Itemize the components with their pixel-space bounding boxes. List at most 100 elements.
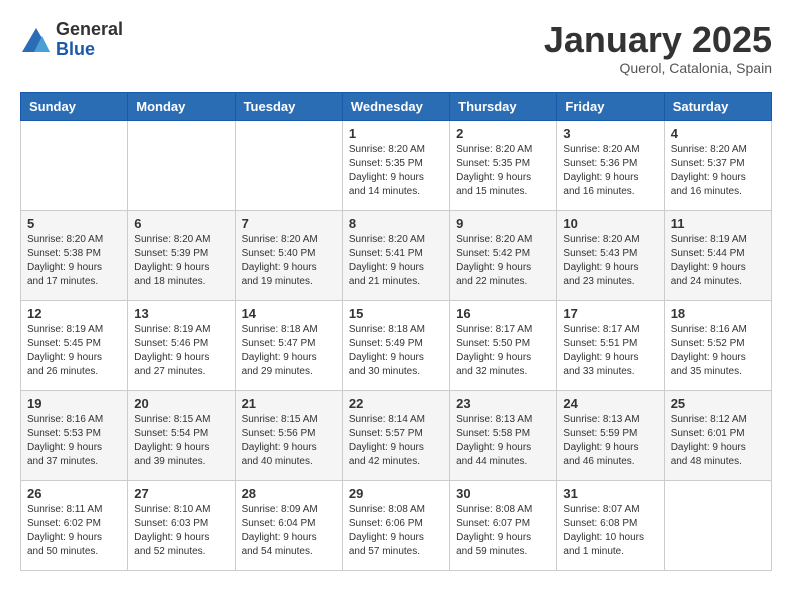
calendar-cell: 18Sunrise: 8:16 AM Sunset: 5:52 PM Dayli… (664, 300, 771, 390)
calendar-cell: 2Sunrise: 8:20 AM Sunset: 5:35 PM Daylig… (450, 120, 557, 210)
day-info: Sunrise: 8:20 AM Sunset: 5:38 PM Dayligh… (27, 233, 121, 289)
day-info: Sunrise: 8:19 AM Sunset: 5:46 PM Dayligh… (134, 323, 228, 379)
calendar-cell: 10 Sunrise: 8:20 AM Sunset: 5:43 PM Dayli… (557, 210, 664, 300)
calendar-cell (128, 120, 235, 210)
day-number: 25 (671, 396, 765, 411)
day-info: Sunrise: 8:15 AM Sunset: 5:54 PM Dayligh… (134, 413, 228, 469)
day-number: 22 (349, 396, 443, 411)
day-number: 18 (671, 306, 765, 321)
weekday-header-row: SundayMondayTuesdayWednesdayThursdayFrid… (21, 92, 772, 120)
calendar-cell: 30 Sunrise: 8:08 AM Sunset: 6:07 PM Dayli… (450, 480, 557, 570)
title-block: January 2025 Querol, Catalonia, Spain (544, 20, 772, 76)
day-number: 20 (134, 396, 228, 411)
calendar-cell: 21 Sunrise: 8:15 AM Sunset: 5:56 PM Dayli… (235, 390, 342, 480)
day-number: 4 (671, 126, 765, 141)
day-info: Sunrise: 8:10 AM Sunset: 6:03 PM Dayligh… (134, 503, 228, 559)
calendar-cell: 24Sunrise: 8:13 AM Sunset: 5:59 PM Dayli… (557, 390, 664, 480)
day-info: Sunrise: 8:08 AM Sunset: 6:07 PM Dayligh… (456, 503, 550, 559)
calendar-cell: 25 Sunrise: 8:12 AM Sunset: 6:01 PM Dayli… (664, 390, 771, 480)
weekday-header-tuesday: Tuesday (235, 92, 342, 120)
day-info: Sunrise: 8:19 AM Sunset: 5:45 PM Dayligh… (27, 323, 121, 379)
day-number: 10 (563, 216, 657, 231)
day-info: Sunrise: 8:20 AM Sunset: 5:43 PM Dayligh… (563, 233, 657, 289)
day-info: Sunrise: 8:20 AM Sunset: 5:39 PM Dayligh… (134, 233, 228, 289)
day-info: Sunrise: 8:13 AM Sunset: 5:58 PM Dayligh… (456, 413, 550, 469)
calendar-cell: 27 Sunrise: 8:10 AM Sunset: 6:03 PM Dayli… (128, 480, 235, 570)
day-number: 9 (456, 216, 550, 231)
day-number: 30 (456, 486, 550, 501)
calendar-cell: 3 Sunrise: 8:20 AM Sunset: 5:36 PM Daylig… (557, 120, 664, 210)
calendar-cell: 4Sunrise: 8:20 AM Sunset: 5:37 PM Daylig… (664, 120, 771, 210)
day-number: 2 (456, 126, 550, 141)
day-number: 8 (349, 216, 443, 231)
logo-icon (20, 24, 52, 56)
day-number: 31 (563, 486, 657, 501)
calendar-cell: 9Sunrise: 8:20 AM Sunset: 5:42 PM Daylig… (450, 210, 557, 300)
day-number: 26 (27, 486, 121, 501)
calendar-cell: 15 Sunrise: 8:18 AM Sunset: 5:49 PM Dayli… (342, 300, 449, 390)
weekday-header-thursday: Thursday (450, 92, 557, 120)
day-info: Sunrise: 8:16 AM Sunset: 5:53 PM Dayligh… (27, 413, 121, 469)
day-number: 1 (349, 126, 443, 141)
weekday-header-saturday: Saturday (664, 92, 771, 120)
month-title: January 2025 (544, 20, 772, 60)
day-info: Sunrise: 8:15 AM Sunset: 5:56 PM Dayligh… (242, 413, 336, 469)
logo-general: General (56, 20, 123, 40)
calendar-cell: 29Sunrise: 8:08 AM Sunset: 6:06 PM Dayli… (342, 480, 449, 570)
day-number: 7 (242, 216, 336, 231)
calendar-cell: 13 Sunrise: 8:19 AM Sunset: 5:46 PM Dayli… (128, 300, 235, 390)
day-number: 28 (242, 486, 336, 501)
calendar-cell: 1 Sunrise: 8:20 AM Sunset: 5:35 PM Daylig… (342, 120, 449, 210)
day-number: 13 (134, 306, 228, 321)
calendar-cell: 8 Sunrise: 8:20 AM Sunset: 5:41 PM Daylig… (342, 210, 449, 300)
calendar-cell: 19 Sunrise: 8:16 AM Sunset: 5:53 PM Dayli… (21, 390, 128, 480)
calendar-cell: 5 Sunrise: 8:20 AM Sunset: 5:38 PM Daylig… (21, 210, 128, 300)
calendar-cell: 6 Sunrise: 8:20 AM Sunset: 5:39 PM Daylig… (128, 210, 235, 300)
calendar-week-row: 5 Sunrise: 8:20 AM Sunset: 5:38 PM Daylig… (21, 210, 772, 300)
day-info: Sunrise: 8:13 AM Sunset: 5:59 PM Dayligh… (563, 413, 657, 469)
day-number: 21 (242, 396, 336, 411)
logo-text: General Blue (56, 20, 123, 60)
day-info: Sunrise: 8:14 AM Sunset: 5:57 PM Dayligh… (349, 413, 443, 469)
day-info: Sunrise: 8:18 AM Sunset: 5:49 PM Dayligh… (349, 323, 443, 379)
day-info: Sunrise: 8:20 AM Sunset: 5:36 PM Dayligh… (563, 143, 657, 199)
calendar-cell: 20 Sunrise: 8:15 AM Sunset: 5:54 PM Dayli… (128, 390, 235, 480)
day-number: 6 (134, 216, 228, 231)
day-info: Sunrise: 8:20 AM Sunset: 5:35 PM Dayligh… (349, 143, 443, 199)
day-number: 3 (563, 126, 657, 141)
day-info: Sunrise: 8:20 AM Sunset: 5:40 PM Dayligh… (242, 233, 336, 289)
day-number: 12 (27, 306, 121, 321)
location: Querol, Catalonia, Spain (544, 60, 772, 76)
day-info: Sunrise: 8:18 AM Sunset: 5:47 PM Dayligh… (242, 323, 336, 379)
day-number: 29 (349, 486, 443, 501)
weekday-header-friday: Friday (557, 92, 664, 120)
calendar-cell: 7 Sunrise: 8:20 AM Sunset: 5:40 PM Daylig… (235, 210, 342, 300)
day-number: 17 (563, 306, 657, 321)
logo-blue: Blue (56, 40, 123, 60)
logo: General Blue (20, 20, 123, 60)
day-info: Sunrise: 8:12 AM Sunset: 6:01 PM Dayligh… (671, 413, 765, 469)
calendar-cell (235, 120, 342, 210)
day-number: 14 (242, 306, 336, 321)
calendar-week-row: 26Sunrise: 8:11 AM Sunset: 6:02 PM Dayli… (21, 480, 772, 570)
calendar-cell: 22 Sunrise: 8:14 AM Sunset: 5:57 PM Dayli… (342, 390, 449, 480)
calendar-cell: 23 Sunrise: 8:13 AM Sunset: 5:58 PM Dayli… (450, 390, 557, 480)
calendar-cell: 16Sunrise: 8:17 AM Sunset: 5:50 PM Dayli… (450, 300, 557, 390)
calendar-week-row: 19 Sunrise: 8:16 AM Sunset: 5:53 PM Dayli… (21, 390, 772, 480)
day-number: 15 (349, 306, 443, 321)
calendar-week-row: 12 Sunrise: 8:19 AM Sunset: 5:45 PM Dayli… (21, 300, 772, 390)
calendar-cell (664, 480, 771, 570)
day-number: 23 (456, 396, 550, 411)
day-info: Sunrise: 8:09 AM Sunset: 6:04 PM Dayligh… (242, 503, 336, 559)
calendar-cell: 31 Sunrise: 8:07 AM Sunset: 6:08 PM Dayli… (557, 480, 664, 570)
calendar-cell: 12 Sunrise: 8:19 AM Sunset: 5:45 PM Dayli… (21, 300, 128, 390)
day-number: 19 (27, 396, 121, 411)
page-header: General Blue January 2025 Querol, Catalo… (20, 20, 772, 76)
day-info: Sunrise: 8:07 AM Sunset: 6:08 PM Dayligh… (563, 503, 657, 559)
day-number: 27 (134, 486, 228, 501)
weekday-header-wednesday: Wednesday (342, 92, 449, 120)
day-info: Sunrise: 8:19 AM Sunset: 5:44 PM Dayligh… (671, 233, 765, 289)
day-number: 5 (27, 216, 121, 231)
day-info: Sunrise: 8:20 AM Sunset: 5:41 PM Dayligh… (349, 233, 443, 289)
calendar-cell: 26Sunrise: 8:11 AM Sunset: 6:02 PM Dayli… (21, 480, 128, 570)
